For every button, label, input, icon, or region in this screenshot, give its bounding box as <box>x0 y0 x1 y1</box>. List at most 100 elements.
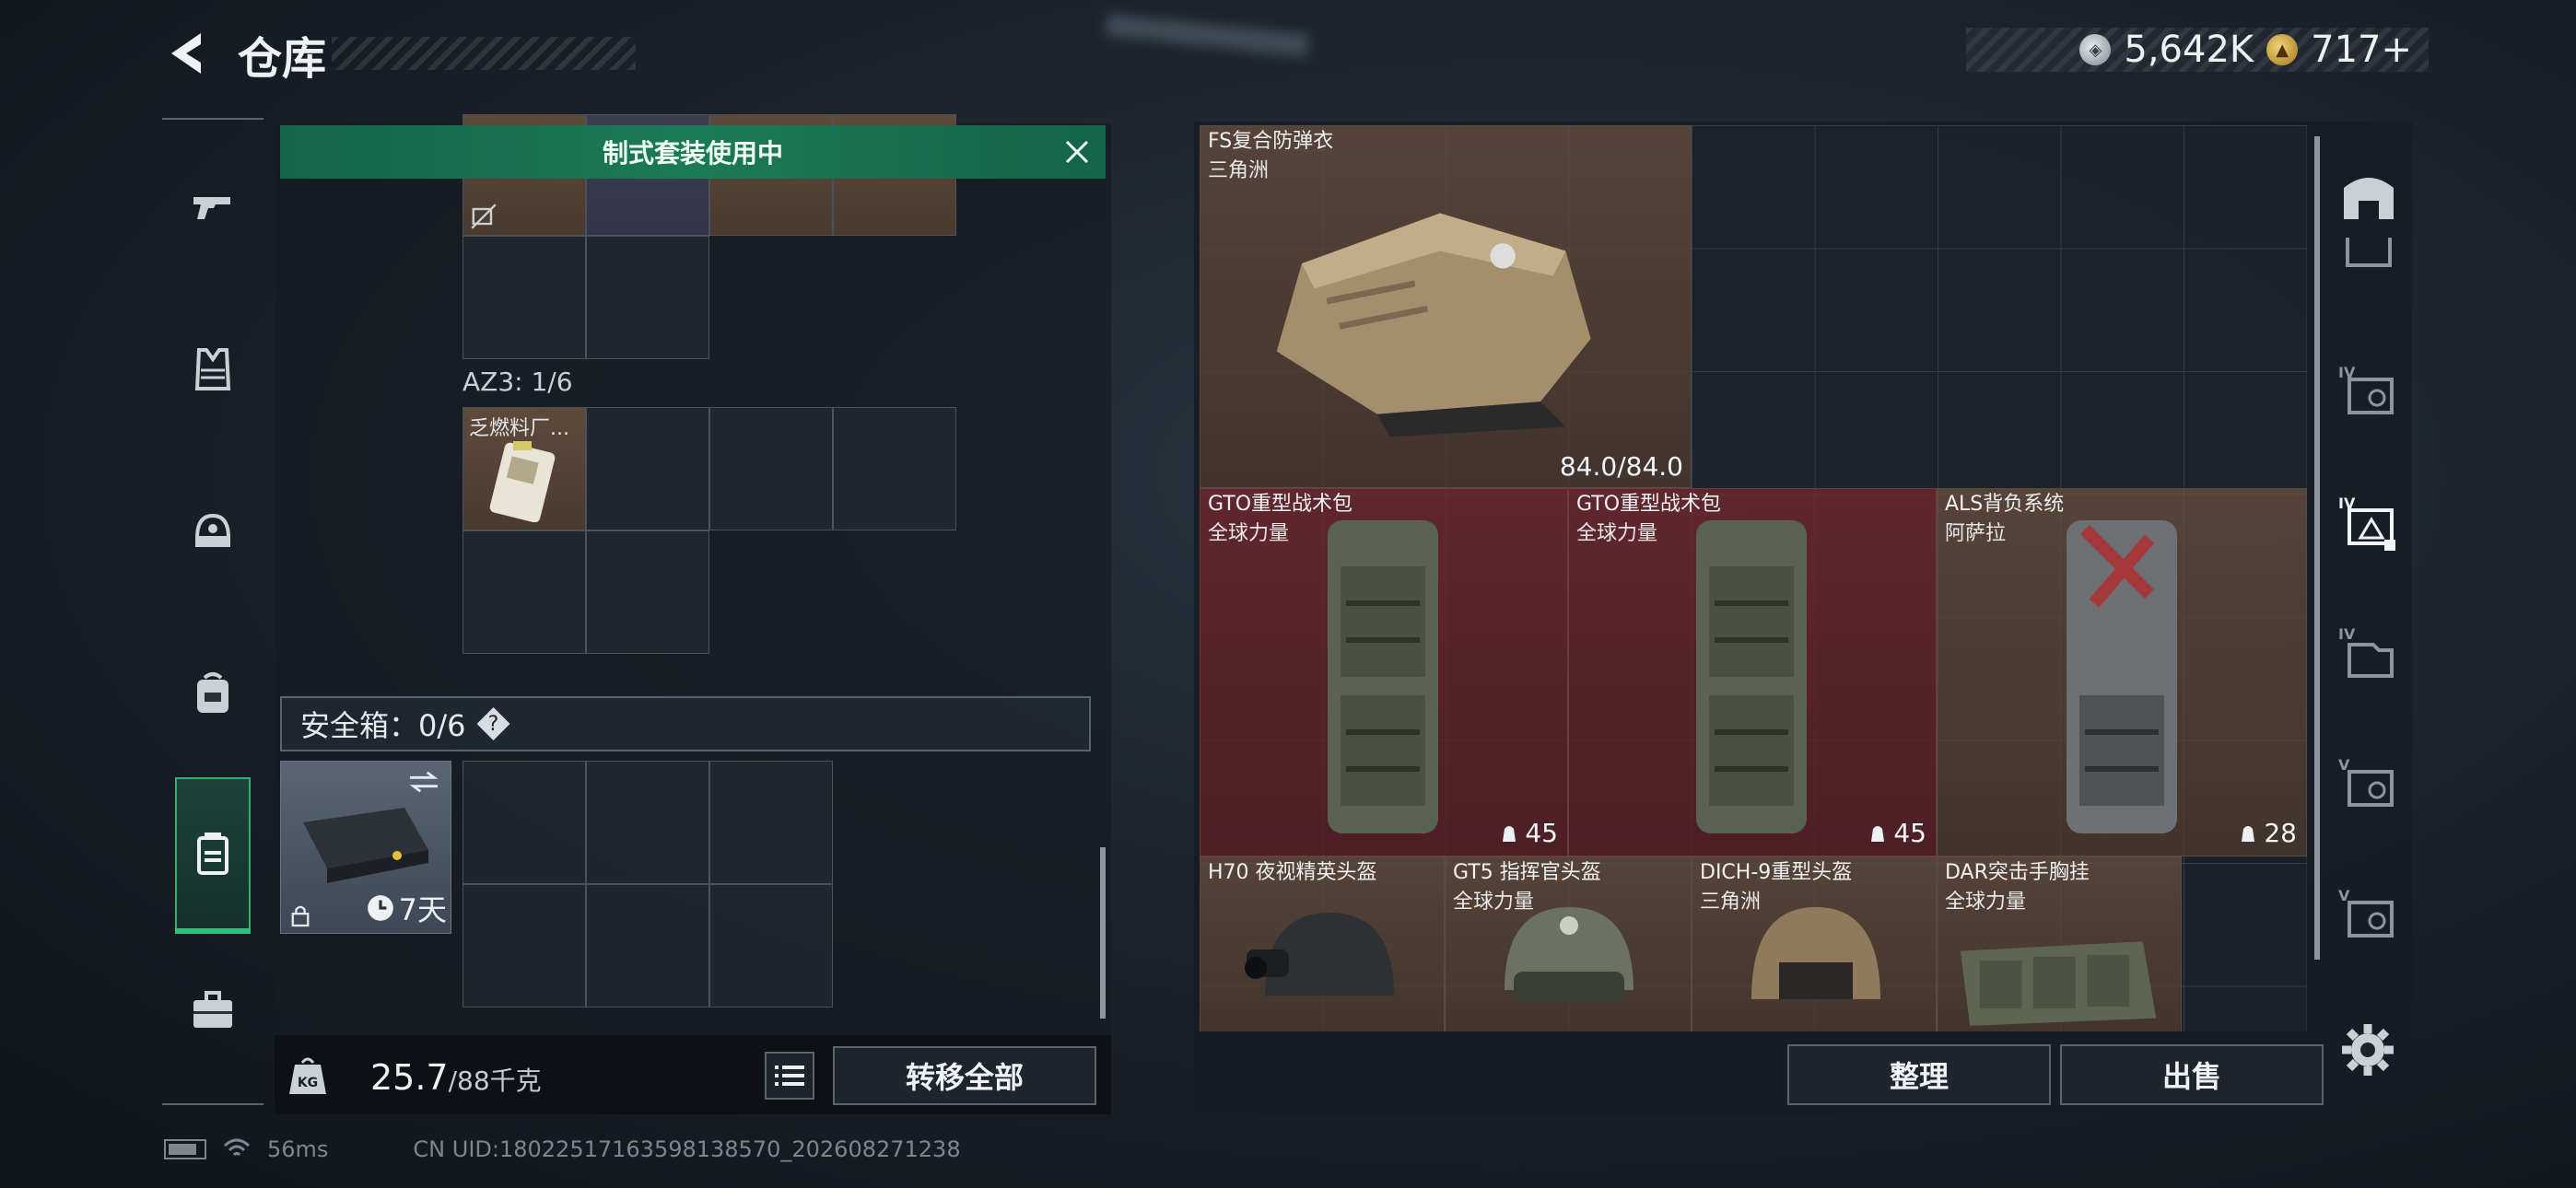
safe-timer: 7天 <box>366 887 447 929</box>
gold-currency-value[interactable]: 717+ <box>2311 29 2412 71</box>
stash-tab-column: IV IV IV V V <box>2324 129 2412 995</box>
safe-box-header: 安全箱：0/6 ? <box>280 696 1091 751</box>
clock-icon <box>367 895 393 921</box>
lock-icon <box>291 905 310 927</box>
tab-partial[interactable] <box>2336 238 2401 274</box>
kit-in-use-banner: 制式套装使用中 <box>280 125 1106 179</box>
stash-item-body-armor[interactable]: FS复合防弹衣 三角洲 84.0/84.0 <box>1200 125 1692 488</box>
stash-item-helmet[interactable]: H70 夜视精英头盔 <box>1200 856 1445 1031</box>
back-button[interactable] <box>164 28 208 79</box>
stash-item-backpack[interactable]: GTO重型战术包 全球力量 45 <box>1568 488 1937 856</box>
tier-5-tab-icon: V <box>2338 756 2394 807</box>
item-name: FS复合防弹衣 <box>1208 130 1334 153</box>
safe-slot-empty[interactable] <box>586 761 709 884</box>
helmet-icon <box>194 513 231 547</box>
settings-gear-icon[interactable] <box>2338 1020 2397 1079</box>
uid-text: CN UID:18022517163598138570_202608271238 <box>413 1136 961 1162</box>
stash-grid: FS复合防弹衣 三角洲 84.0/84.0 GTO重型战术包 全球力量 45 G… <box>1200 125 2307 1031</box>
sort-button[interactable]: 整理 <box>1787 1044 2051 1105</box>
capacity-icon <box>2242 825 2255 842</box>
sell-button[interactable]: 出售 <box>2060 1044 2324 1105</box>
item-capacity-value: 28 <box>2264 818 2297 848</box>
safe-case-icon <box>303 808 428 883</box>
rig-icon <box>197 833 228 875</box>
item-subtitle: 阿萨拉 <box>1945 522 2007 545</box>
tab-armory[interactable] <box>2336 164 2401 228</box>
close-icon[interactable] <box>1061 136 1093 168</box>
az3-slot-empty[interactable] <box>709 407 833 530</box>
az3-slot-empty[interactable] <box>463 530 586 654</box>
silver-currency-value: 5,642K <box>2124 29 2254 71</box>
tier-4-selected-tab-icon: IV <box>2338 495 2395 551</box>
ceiling-light <box>1105 13 1309 57</box>
backpack-item-icon <box>1696 520 1807 833</box>
stash-item-chest-rig[interactable]: DAR突击手胸挂 全球力量 <box>1937 856 2182 1031</box>
transfer-all-button[interactable]: 转移全部 <box>833 1046 1096 1105</box>
category-sidebar <box>162 118 263 1105</box>
status-footer: 56ms CN UID:18022517163598138570_2026082… <box>164 1136 961 1162</box>
body-armor-icon <box>1276 213 1591 437</box>
tab-tier-4[interactable]: IV <box>2336 361 2401 425</box>
safe-box-container[interactable]: 7天 <box>280 761 451 934</box>
battery-icon <box>164 1139 206 1159</box>
safe-slot-empty[interactable] <box>586 884 709 1007</box>
az3-slot-empty[interactable] <box>833 407 956 530</box>
weight-readout: 25.7/88千克 <box>370 1057 542 1098</box>
stash-item-backpack[interactable]: ALS背负系统 阿萨拉 28 <box>1937 488 2307 856</box>
tab-tier-4-box[interactable]: IV <box>2336 623 2401 687</box>
capacity-icon <box>1503 825 1516 842</box>
heavy-helmet-icon <box>1751 907 1880 999</box>
gold-coin-icon: ▲ <box>2266 34 2299 65</box>
silver-coin-icon: ◈ <box>2079 34 2112 65</box>
item-capacity-value: 45 <box>1525 818 1558 848</box>
category-vest[interactable] <box>175 332 251 407</box>
stash-item-helmet[interactable]: DICH-9重型头盔 三角洲 <box>1692 856 1937 1031</box>
safe-slot-empty[interactable] <box>463 761 586 884</box>
capacity-icon <box>1871 825 1885 842</box>
stash-item-backpack[interactable]: GTO重型战术包 全球力量 45 <box>1200 488 1568 856</box>
list-view-button[interactable] <box>765 1052 814 1100</box>
category-backpack[interactable] <box>175 656 251 731</box>
safe-timer-value: 7天 <box>398 892 447 927</box>
safe-slot-empty[interactable] <box>709 884 833 1007</box>
safe-slot-empty[interactable] <box>709 761 833 884</box>
rig-slot-empty[interactable] <box>463 236 586 359</box>
category-briefcase[interactable] <box>175 973 251 1048</box>
az3-slot-empty[interactable] <box>586 530 709 654</box>
briefcase-icon <box>193 991 232 1028</box>
tab-tier-4-selected[interactable]: IV <box>2336 492 2401 556</box>
item-name: DAR突击手胸挂 <box>1945 861 2090 884</box>
back-arrow-icon <box>171 33 201 74</box>
left-panel-scrollbar[interactable] <box>1100 847 1106 1019</box>
no-entry-icon <box>471 204 497 229</box>
item-durability: 84.0/84.0 <box>1559 451 1683 482</box>
az3-item-name: 乏燃料厂... <box>469 417 569 440</box>
az3-capacity-label: AZ3: 1/6 <box>463 367 573 397</box>
weight-capacity: /88千克 <box>448 1066 542 1096</box>
pistol-icon <box>193 197 230 219</box>
commander-helmet-icon <box>1505 907 1633 1003</box>
svg-text:IV: IV <box>2338 625 2356 643</box>
kit-banner-text: 制式套装使用中 <box>602 138 783 169</box>
stash-item-helmet[interactable]: GT5 指挥官头盔 全球力量 <box>1445 856 1692 1031</box>
category-chest-rig[interactable] <box>175 777 251 934</box>
weight-current: 25.7 <box>370 1057 449 1098</box>
item-capacity: 28 <box>2238 818 2297 848</box>
swap-icon[interactable] <box>406 769 441 795</box>
stash-scrollbar[interactable] <box>2314 136 2320 960</box>
backpack-icon <box>197 672 228 713</box>
az3-slot-empty[interactable] <box>586 407 709 530</box>
tab-tier-5-box[interactable]: V <box>2336 884 2401 949</box>
category-helmet[interactable] <box>175 494 251 569</box>
ping-value: 56ms <box>267 1136 329 1162</box>
help-icon[interactable]: ? <box>476 707 510 740</box>
rig-slot-empty[interactable] <box>586 236 709 359</box>
tab-tier-5[interactable]: V <box>2336 753 2401 818</box>
tier-4-tab-icon: IV <box>2338 364 2394 414</box>
item-name: H70 夜视精英头盔 <box>1208 861 1377 884</box>
safe-slot-empty[interactable] <box>463 884 586 1007</box>
item-capacity: 45 <box>1499 818 1558 848</box>
category-pistol[interactable] <box>175 169 251 245</box>
title-decor-stripe <box>332 37 636 70</box>
az3-slot-item[interactable]: 乏燃料厂... <box>463 407 586 530</box>
